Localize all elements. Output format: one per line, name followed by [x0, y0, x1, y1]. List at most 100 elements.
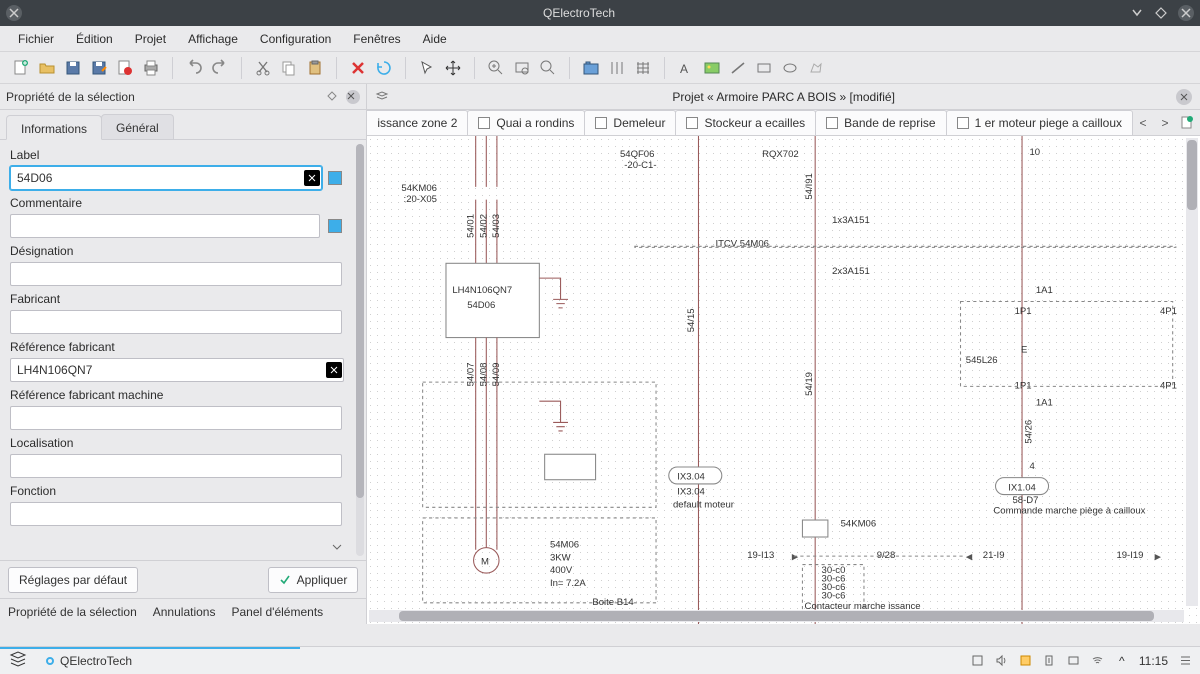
visibility-toggle[interactable] [328, 219, 342, 233]
sheet-tab[interactable]: 1 er moteur piege a cailloux [946, 110, 1133, 135]
sheet-tab[interactable]: Demeleur [584, 110, 676, 135]
copy-icon[interactable] [278, 57, 300, 79]
menu-projet[interactable]: Projet [125, 28, 176, 50]
svg-text:Commande marche piège à caillo: Commande marche piège à cailloux [994, 506, 1146, 517]
clock[interactable]: 11:15 [1139, 654, 1168, 668]
label-input[interactable] [10, 166, 322, 190]
ref-machine-input[interactable] [10, 406, 342, 430]
paste-icon[interactable] [304, 57, 326, 79]
menu-aide[interactable]: Aide [413, 28, 457, 50]
zoom-fit-icon[interactable] [511, 57, 533, 79]
localisation-input[interactable] [10, 454, 342, 478]
tray-clipboard-icon[interactable] [971, 654, 985, 668]
sheet-tab[interactable]: Stockeur a ecailles [675, 110, 816, 135]
undo-icon[interactable] [183, 57, 205, 79]
cut-icon[interactable] [252, 57, 274, 79]
tray-expand-icon[interactable]: ^ [1115, 654, 1129, 668]
sheet-tab[interactable]: Quai a rondins [467, 110, 585, 135]
line-tool-icon[interactable] [727, 57, 749, 79]
menu-edition[interactable]: Édition [66, 28, 123, 50]
tray-volume-icon[interactable] [995, 654, 1009, 668]
menu-fenetres[interactable]: Fenêtres [343, 28, 410, 50]
image-tool-icon[interactable] [701, 57, 723, 79]
taskbar-app[interactable]: QElectroTech [38, 651, 140, 671]
panel-undock-icon[interactable] [326, 90, 340, 104]
open-icon[interactable] [36, 57, 58, 79]
schematic-canvas[interactable]: LH4N106QN7 54D06 M 54QF06 [367, 136, 1200, 624]
commentaire-input[interactable] [10, 214, 320, 238]
move-tool-icon[interactable] [442, 57, 464, 79]
save-icon[interactable] [62, 57, 84, 79]
tray-menu-icon[interactable] [1178, 654, 1192, 668]
grid-v-icon[interactable] [606, 57, 628, 79]
menubar: Fichier Édition Projet Affichage Configu… [0, 26, 1200, 52]
svg-text:IX3.04: IX3.04 [678, 472, 706, 483]
ref-fabricant-input[interactable] [10, 358, 344, 382]
bottom-tab-undo[interactable]: Annulations [153, 605, 216, 619]
tray-update-icon[interactable] [1019, 654, 1033, 668]
canvas-hscrollbar[interactable] [369, 610, 1184, 622]
clear-icon[interactable] [304, 170, 320, 186]
polygon-tool-icon[interactable] [805, 57, 827, 79]
sheet-tab[interactable]: issance zone 2 [367, 110, 468, 135]
visibility-toggle[interactable] [328, 171, 342, 185]
close-icon[interactable] [1178, 5, 1194, 21]
menu-fichier[interactable]: Fichier [8, 28, 64, 50]
project-icon[interactable] [580, 57, 602, 79]
sheet-tab[interactable]: Bande de reprise [815, 110, 946, 135]
minimize-icon[interactable] [1130, 6, 1144, 20]
svg-text:19-I19: 19-I19 [1117, 550, 1144, 561]
svg-text:A: A [680, 62, 688, 76]
tabs-prev-icon[interactable]: < [1134, 114, 1152, 132]
clear-icon[interactable] [326, 362, 342, 378]
panel-scrollbar[interactable] [356, 144, 364, 556]
rotate-icon[interactable] [373, 57, 395, 79]
print-icon[interactable] [140, 57, 162, 79]
export-pdf-icon[interactable] [114, 57, 136, 79]
save-as-icon[interactable] [88, 57, 110, 79]
panel-tabs: Informations Général [0, 110, 366, 140]
select-tool-icon[interactable] [416, 57, 438, 79]
tray-network-icon[interactable] [1067, 654, 1081, 668]
commentaire-label: Commentaire [10, 196, 342, 210]
rect-tool-icon[interactable] [753, 57, 775, 79]
svg-text:RQX702: RQX702 [762, 149, 799, 160]
svg-text:54/01: 54/01 [466, 214, 477, 238]
tray-wifi-icon[interactable] [1091, 654, 1105, 668]
ellipse-tool-icon[interactable] [779, 57, 801, 79]
designation-input[interactable] [10, 262, 342, 286]
tab-informations[interactable]: Informations [6, 115, 102, 140]
zoom-reset-icon[interactable] [537, 57, 559, 79]
grid-icon[interactable] [632, 57, 654, 79]
tab-general[interactable]: Général [101, 114, 174, 139]
fonction-input[interactable] [10, 502, 342, 526]
svg-text:3KW: 3KW [550, 552, 571, 563]
menu-affichage[interactable]: Affichage [178, 28, 248, 50]
apply-button[interactable]: Appliquer [268, 567, 359, 593]
svg-text:1A1: 1A1 [1036, 285, 1053, 296]
redo-icon[interactable] [209, 57, 231, 79]
canvas-vscrollbar[interactable] [1186, 138, 1198, 606]
fabricant-input[interactable] [10, 310, 342, 334]
separator [241, 57, 242, 79]
project-close-icon[interactable] [1176, 89, 1192, 105]
menu-configuration[interactable]: Configuration [250, 28, 341, 50]
bottom-tab-properties[interactable]: Propriété de la sélection [8, 605, 137, 619]
panel-close-icon[interactable] [346, 90, 360, 104]
maximize-icon[interactable] [1154, 6, 1168, 20]
svg-text:54/15: 54/15 [687, 308, 698, 332]
text-tool-icon[interactable]: A [675, 57, 697, 79]
svg-text:54KM06: 54KM06 [402, 183, 438, 194]
delete-icon[interactable] [347, 57, 369, 79]
defaults-button[interactable]: Réglages par défaut [8, 567, 138, 593]
zoom-in-icon[interactable] [485, 57, 507, 79]
new-doc-icon[interactable] [10, 57, 32, 79]
chevron-down-icon[interactable] [330, 540, 344, 554]
tabs-next-icon[interactable]: > [1156, 114, 1174, 132]
new-sheet-icon[interactable] [1180, 115, 1196, 131]
tray-battery-icon[interactable] [1043, 654, 1057, 668]
bottom-tab-elements[interactable]: Panel d'éléments [231, 605, 323, 619]
window-menu-icon[interactable] [6, 5, 22, 21]
start-icon[interactable] [8, 649, 28, 672]
separator [336, 57, 337, 79]
